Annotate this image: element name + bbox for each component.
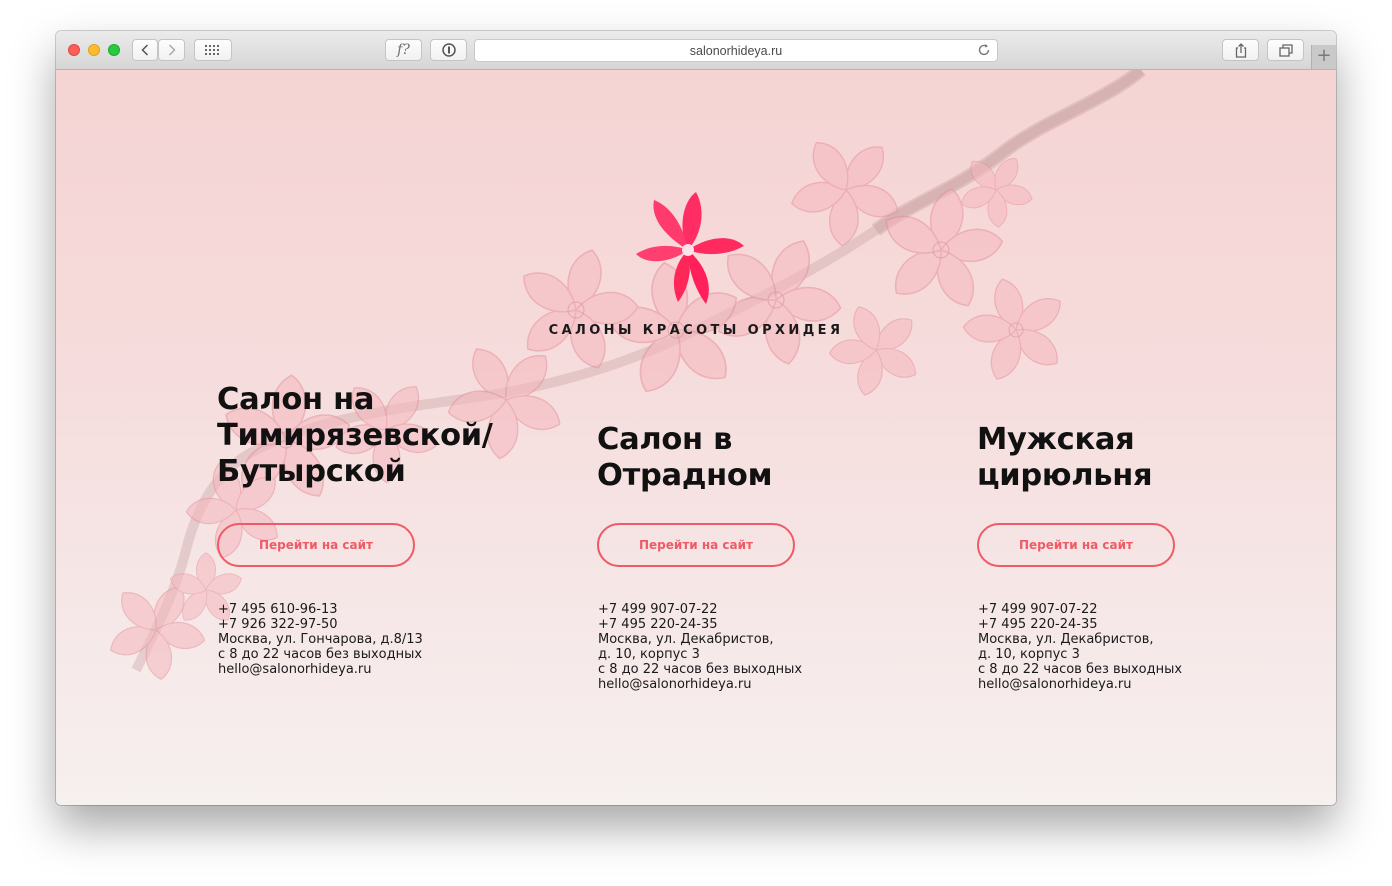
brand-title: САЛОНЫ КРАСОТЫ ОРХИДЕЯ bbox=[548, 323, 844, 338]
tabs-icon bbox=[1278, 43, 1293, 57]
phone-link[interactable]: +7 499 907-07-22 bbox=[978, 602, 1182, 617]
go-to-site-button[interactable]: Перейти на сайт bbox=[217, 523, 415, 567]
email-link[interactable]: hello@salonorhideya.ru bbox=[978, 677, 1182, 692]
new-tab-button[interactable]: + bbox=[1311, 45, 1336, 69]
grid-icon bbox=[205, 45, 219, 55]
salon-title-line: цирюльня bbox=[977, 458, 1153, 493]
salon-contacts: +7 499 907-07-22 +7 495 220-24-35 Москва… bbox=[598, 602, 802, 692]
salon-title-line: Салон в bbox=[597, 422, 733, 457]
hours-text: с 8 до 22 часов без выходных bbox=[598, 662, 803, 677]
info-icon bbox=[441, 43, 456, 57]
address-text: Москва, ул. Гончарова, д.8/13 bbox=[218, 632, 423, 647]
forward-button[interactable] bbox=[158, 39, 185, 61]
go-to-site-button[interactable]: Перейти на сайт bbox=[977, 523, 1175, 567]
reader-button[interactable]: f? bbox=[385, 39, 422, 61]
phone-link[interactable]: +7 495 220-24-35 bbox=[978, 617, 1182, 632]
web-page: САЛОНЫ КРАСОТЫ ОРХИДЕЯ Салон на Тимирязе… bbox=[56, 70, 1336, 805]
salon-contacts: +7 495 610-96-13 +7 926 322-97-50 Москва… bbox=[218, 602, 423, 677]
salon-title-line: Отрадном bbox=[597, 458, 773, 493]
address-text: д. 10, корпус 3 bbox=[978, 647, 1080, 662]
go-to-site-button[interactable]: Перейти на сайт bbox=[597, 523, 795, 567]
chevron-left-icon bbox=[141, 44, 149, 56]
top-sites-button[interactable] bbox=[194, 39, 232, 61]
salon-title: Мужская цирюльня bbox=[977, 422, 1297, 494]
email-link[interactable]: hello@salonorhideya.ru bbox=[218, 662, 423, 677]
reload-icon[interactable] bbox=[977, 43, 991, 57]
back-button[interactable] bbox=[132, 39, 158, 61]
browser-toolbar: f? salonorhideya.ru + bbox=[56, 31, 1336, 70]
orchid-logo-icon bbox=[636, 192, 744, 304]
chevron-right-icon bbox=[168, 44, 176, 56]
browser-window: f? salonorhideya.ru + САЛОНЫ КРАСОТЫ ОРХ… bbox=[56, 31, 1336, 805]
phone-link[interactable]: +7 926 322-97-50 bbox=[218, 617, 423, 632]
tab-overview-button[interactable] bbox=[1267, 39, 1304, 61]
hours-text: с 8 до 22 часов без выходных bbox=[218, 647, 423, 662]
zoom-window-icon[interactable] bbox=[108, 44, 120, 56]
phone-link[interactable]: +7 495 610-96-13 bbox=[218, 602, 423, 617]
share-icon bbox=[1235, 42, 1246, 58]
email-link[interactable]: hello@salonorhideya.ru bbox=[598, 677, 802, 692]
share-button[interactable] bbox=[1222, 39, 1259, 61]
minimize-window-icon[interactable] bbox=[88, 44, 100, 56]
salon-title-line: Салон на bbox=[217, 382, 375, 417]
address-url: salonorhideya.ru bbox=[689, 44, 783, 58]
salon-title: Салон на Тимирязевской/ Бутырской bbox=[217, 382, 537, 490]
privacy-button[interactable] bbox=[430, 39, 467, 61]
phone-link[interactable]: +7 495 220-24-35 bbox=[598, 617, 802, 632]
phone-link[interactable]: +7 499 907-07-22 bbox=[598, 602, 802, 617]
address-text: Москва, ул. Декабристов, bbox=[598, 632, 774, 647]
hours-text: с 8 до 22 часов без выходных bbox=[978, 662, 1183, 677]
salon-title-line: Тимирязевской/ bbox=[217, 418, 493, 453]
salon-contacts: +7 499 907-07-22 +7 495 220-24-35 Москва… bbox=[978, 602, 1182, 692]
salon-title-line: Мужская bbox=[977, 422, 1135, 457]
address-text: д. 10, корпус 3 bbox=[598, 647, 700, 662]
salon-title-line: Бутырской bbox=[217, 454, 406, 489]
address-text: Москва, ул. Декабристов, bbox=[978, 632, 1154, 647]
close-window-icon[interactable] bbox=[68, 44, 80, 56]
salon-title: Салон в Отрадном bbox=[597, 422, 917, 494]
address-bar[interactable]: salonorhideya.ru bbox=[474, 39, 998, 62]
